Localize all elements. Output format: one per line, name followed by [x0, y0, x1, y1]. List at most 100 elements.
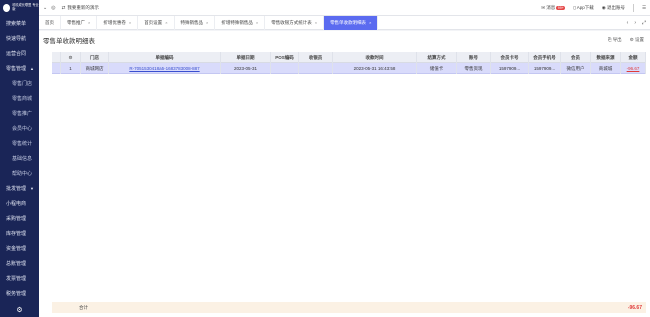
column-header[interactable]: POS编码 — [271, 51, 299, 63]
sidebar-item-wholesale[interactable]: 批发管理 ▼ — [0, 181, 39, 196]
sidebar-item-retail-store[interactable]: 零售门店 — [0, 76, 39, 91]
messages-button[interactable]: ✉ 消息 99+ — [541, 5, 566, 11]
sidebar-item-ledger[interactable]: 总账管理 — [0, 256, 39, 271]
swap-icon: ⇄ — [61, 4, 66, 10]
divider — [632, 4, 634, 12]
column-header[interactable]: 收银员 — [299, 51, 333, 63]
sidebar-item-funds[interactable]: 资金管理 — [0, 241, 39, 256]
cell-amount[interactable]: -96.67 — [621, 62, 646, 74]
cell-cashier — [299, 62, 333, 74]
close-icon[interactable]: × — [315, 20, 317, 25]
cell-member: 微信用户 — [561, 62, 591, 74]
sidebar-item-inventory[interactable]: 库存管理 — [0, 226, 39, 241]
sidebar-item-member-center[interactable]: 会员中心 — [0, 121, 39, 136]
table-row[interactable]: 1 商城网店 R-7051530418a5-1683783008-887 202… — [52, 62, 646, 74]
panel-actions: ⎘ 导出 ⚙ 设置 — [608, 37, 644, 43]
column-header[interactable]: 收款时间 — [333, 51, 417, 63]
export-icon: ⎘ — [607, 37, 612, 42]
tab-scroll-right-icon[interactable]: › — [634, 20, 636, 26]
cell-time: 2023-05-31 16:43:58 — [333, 62, 417, 74]
close-icon[interactable]: × — [129, 20, 131, 25]
refresh-icon[interactable]: ◎ — [51, 5, 55, 11]
user-icon: ◉ — [601, 5, 606, 10]
sidebar-item-retail[interactable]: 零售管理 ▲ — [0, 61, 39, 76]
logout-button[interactable]: ◉ 退出账号 — [602, 5, 625, 11]
cell-source: 商城城 — [591, 62, 621, 74]
cell-store: 商城网店 — [81, 62, 109, 74]
cell-account: 零售资现 — [457, 62, 491, 74]
column-header[interactable]: 账号 — [457, 51, 491, 63]
tab-home-settings[interactable]: 首页设置 × — [138, 15, 175, 30]
sidebar-item-help[interactable]: 帮助中心 — [0, 166, 39, 181]
dropdown-chevron-icon[interactable]: ⌄ — [43, 5, 47, 11]
export-button[interactable]: ⎘ 导出 — [608, 37, 622, 43]
sidebar: 嘻嘻成长联盟 专业版 搜索菜单 快速导航 运营合同 零售管理 ▲ 零售门店 零售商… — [0, 0, 39, 317]
page-title: 零售单收款明细表 — [43, 38, 95, 45]
close-icon[interactable]: × — [88, 20, 90, 25]
sidebar-item-ecommerce[interactable]: 小程电商 — [0, 196, 39, 211]
sidebar-item-retail-mall[interactable]: 零售商城 — [0, 91, 39, 106]
sidebar-item-contract[interactable]: 运营合同 — [0, 46, 39, 61]
logo: 嘻嘻成长联盟 专业版 — [0, 0, 39, 16]
row-spacer — [52, 62, 61, 74]
row-index: 1 — [61, 62, 81, 74]
settings-gear-icon[interactable]: ⚙ — [0, 303, 39, 317]
app-download-button[interactable]: ▯ App下载 — [573, 5, 594, 11]
bell-icon: ✉ — [541, 5, 546, 10]
menu-icon[interactable]: ☰ — [642, 5, 646, 11]
table-header: ⚙ 门店 单据编码 单据日期 POS编码 收银员 收款时间 结算方式 账号 会员… — [52, 51, 646, 63]
content-panel: 零售单收款明细表 ⎘ 导出 ⚙ 设置 ⚙ 门店 单据编码 单据日期 POS编码 … — [39, 31, 650, 317]
sidebar-item-tax[interactable]: 税务管理 — [0, 286, 39, 301]
column-header[interactable]: 结算方式 — [417, 51, 457, 63]
tab-receipt-detail[interactable]: 零售单收款明细表 × — [324, 15, 379, 30]
totals-amount: -96.67 — [627, 304, 642, 311]
phone-icon: ▯ — [573, 5, 576, 10]
sidebar-item-search-menu[interactable]: 搜索菜单 — [0, 16, 39, 31]
sidebar-item-basic-info[interactable]: 基础信息 — [0, 151, 39, 166]
data-table: ⚙ 门店 单据编码 单据日期 POS编码 收银员 收款时间 结算方式 账号 会员… — [52, 51, 646, 74]
store-switcher[interactable]: ⇄ 我要重新的演示 — [62, 5, 99, 11]
fullscreen-icon[interactable]: ⤢ — [642, 20, 646, 26]
logo-text: 嘻嘻成长联盟 专业版 — [12, 3, 39, 11]
cell-code-link[interactable]: R-7051530418a5-1683783008-887 — [109, 62, 221, 74]
sidebar-item-invoice[interactable]: 发票管理 — [0, 271, 39, 286]
totals-row: 合计 -96.67 — [52, 302, 646, 313]
settings-button[interactable]: ⚙ 设置 — [630, 37, 644, 43]
tab-payment-stats[interactable]: 零售收银方式统计表 × — [265, 15, 325, 30]
column-header[interactable]: 单据编码 — [109, 51, 221, 63]
sidebar-item-quick-nav[interactable]: 快速导航 — [0, 31, 39, 46]
select-all-icon[interactable]: ⚙ — [61, 51, 81, 63]
tab-special-goods[interactable]: 特殊销售品 × — [175, 15, 216, 30]
sidebar-item-purchase[interactable]: 采购管理 — [0, 211, 39, 226]
column-header[interactable]: 数据来源 — [591, 51, 621, 63]
topbar-actions: ✉ 消息 99+ ▯ App下载 ◉ 退出账号 ☰ — [541, 0, 646, 16]
gear-icon: ⚙ — [629, 37, 634, 42]
column-header[interactable]: 会员手机号 — [529, 51, 561, 63]
column-header[interactable]: 会员 — [561, 51, 591, 63]
column-header[interactable]: 单据日期 — [221, 51, 271, 63]
column-header[interactable]: 门店 — [81, 51, 109, 63]
tab-retail-promo[interactable]: 零售推广 × — [61, 15, 98, 30]
tab-coupons[interactable]: 折增优惠卷 × — [97, 15, 139, 30]
column-header-spacer — [52, 51, 61, 63]
column-header[interactable]: 金额 — [621, 51, 646, 63]
tab-home[interactable]: 首页 — [39, 15, 61, 30]
close-icon[interactable]: × — [165, 20, 167, 25]
caret-down-icon: ▼ — [30, 186, 34, 191]
tab-add-special-goods[interactable]: 折增特殊销售品 × — [215, 15, 266, 30]
sidebar-item-retail-stats[interactable]: 零售统计 — [0, 136, 39, 151]
tab-scroll-left-icon[interactable]: ‹ — [627, 20, 629, 26]
caret-up-icon: ▲ — [30, 66, 34, 71]
message-count-badge: 99+ — [556, 6, 566, 10]
sidebar-item-retail-promo[interactable]: 零售推广 — [0, 106, 39, 121]
close-icon[interactable]: × — [369, 20, 371, 25]
cell-method: 储值卡 — [417, 62, 457, 74]
cell-date: 2023-05-31 — [221, 62, 271, 74]
column-header[interactable]: 会员卡号 — [491, 51, 529, 63]
cell-phone: 1597909... — [529, 62, 561, 74]
page-tabs: 首页 零售推广 × 折增优惠卷 × 首页设置 × 特殊销售品 × 折增特殊销售品 × 零售… — [39, 15, 650, 30]
totals-label: 合计 — [79, 304, 88, 310]
close-icon[interactable]: × — [256, 20, 258, 25]
close-icon[interactable]: × — [206, 20, 208, 25]
tab-controls: ‹ › ⤢ — [627, 16, 646, 30]
